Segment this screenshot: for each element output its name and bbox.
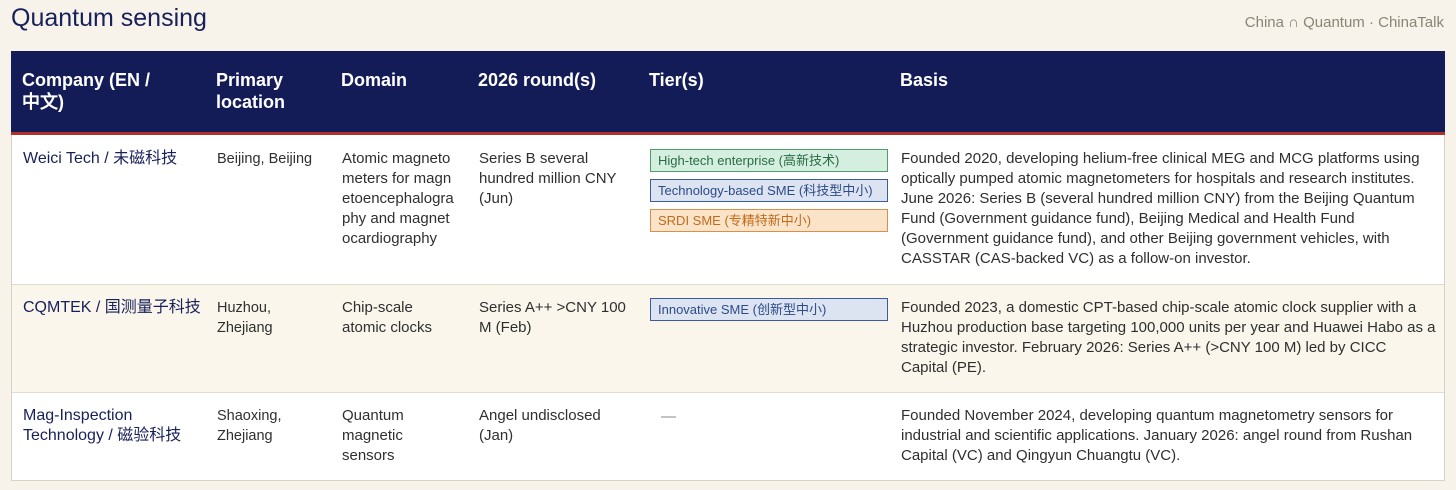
header-tiers: Tier(s) xyxy=(649,70,704,90)
source-credit: China ∩ Quantum · ChinaTalk xyxy=(1244,14,1444,31)
company-location: Shaoxing, Zhejiang xyxy=(217,408,282,444)
header-location: Primary location xyxy=(216,70,286,112)
company-name: Mag-Inspection Technology / 磁验科技 xyxy=(23,407,182,444)
company-domain: Quantum magnetic sensors xyxy=(342,407,404,464)
header-domain: Domain xyxy=(341,70,408,90)
company-basis: Founded 2023, a domestic CPT-based chip-… xyxy=(901,299,1436,376)
table-row: Mag-Inspection Technology / 磁验科技 Shaoxin… xyxy=(12,393,1444,481)
company-basis: Founded November 2024, developing quantu… xyxy=(901,407,1413,464)
company-name: CQMTEK / 国测量子科技 xyxy=(23,299,201,316)
company-location: Huzhou, Zhejiang xyxy=(217,300,273,336)
tier-badge: Technology-based SME (科技型中小) xyxy=(650,179,888,202)
table-row: Weici Tech / 未磁科技 Beijing, Beijing Atomi… xyxy=(12,135,1444,285)
header-basis: Basis xyxy=(900,70,949,90)
header-rounds: 2026 round(s) xyxy=(478,70,597,90)
company-domain: Chip-scale atomic clocks xyxy=(342,299,433,336)
tier-badge: SRDI SME (专精特新中小) xyxy=(650,209,888,232)
header-company: Company (EN / 中文) xyxy=(22,70,151,112)
company-domain: Atomic magnetometers for magnetoencephal… xyxy=(342,150,454,247)
table-header: Company (EN / 中文) Primary location Domai… xyxy=(11,51,1445,135)
company-name: Weici Tech / 未磁科技 xyxy=(23,150,178,167)
tier-badge: Innovative SME (创新型中小) xyxy=(650,298,888,321)
company-basis: Founded 2020, developing helium-free cli… xyxy=(901,150,1420,267)
funding-round: Series A++ >CNY 100 M (Feb) xyxy=(479,299,626,336)
table-row: CQMTEK / 国测量子科技 Huzhou, Zhejiang Chip-sc… xyxy=(12,285,1444,393)
companies-table: Company (EN / 中文) Primary location Domai… xyxy=(11,51,1445,481)
funding-round: Angel undisclosed (Jan) xyxy=(479,407,601,444)
company-location: Beijing, Beijing xyxy=(217,151,313,167)
funding-round: Series B several hundred million CNY (Ju… xyxy=(479,150,617,207)
page-title: Quantum sensing xyxy=(11,4,207,32)
tier-badge: High-tech enterprise (高新技术) xyxy=(650,149,888,172)
no-tier-dash: — xyxy=(661,408,676,425)
